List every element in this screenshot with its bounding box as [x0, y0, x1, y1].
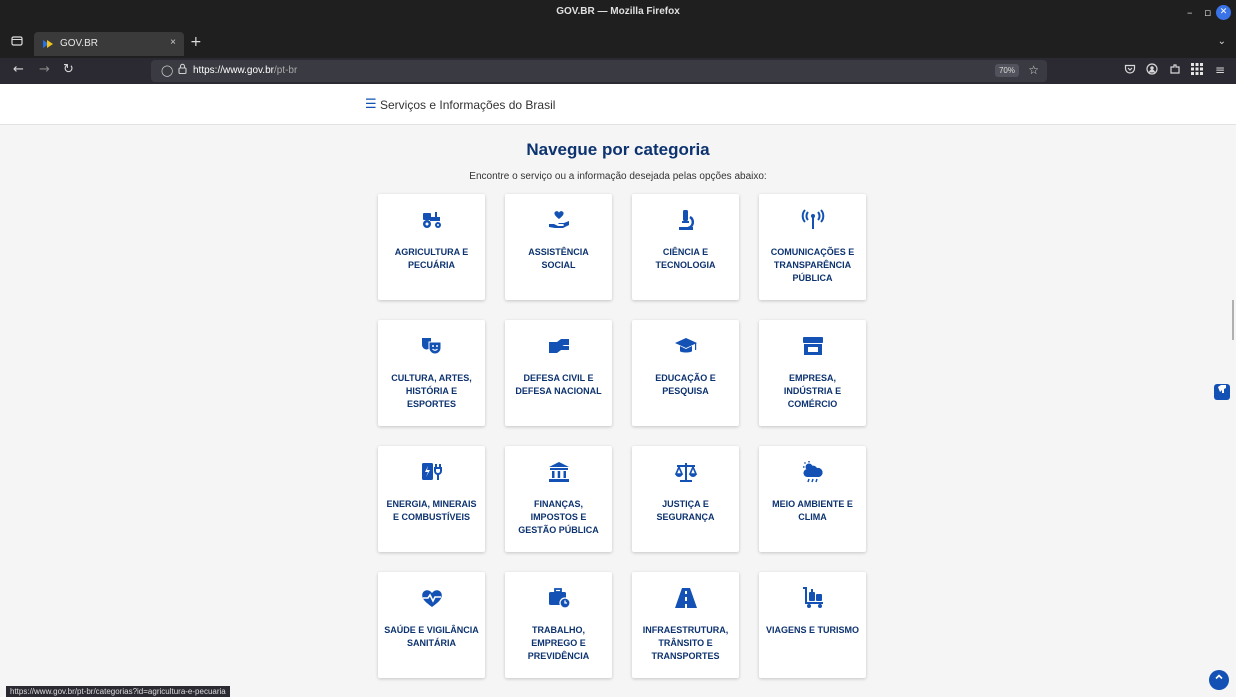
- back-icon[interactable]: ←: [13, 63, 24, 77]
- window-title: GOV.BR — Mozilla Firefox: [556, 6, 680, 17]
- hand-heart-icon: [505, 208, 612, 232]
- navigation-toolbar: ← → ↻ ◯ https://www.gov.br/pt-br 70% ☆ ≡: [0, 58, 1236, 84]
- tab-bar: GOV.BR × + ⌄: [0, 28, 1236, 58]
- account-icon[interactable]: [1146, 63, 1158, 78]
- antenna-icon: [759, 208, 866, 232]
- extensions-icon[interactable]: [1169, 63, 1181, 78]
- reload-icon[interactable]: ↻: [63, 63, 74, 77]
- category-label: MEIO AMBIENTE E CLIMA: [772, 499, 853, 522]
- category-label: AGRICULTURA E PECUÁRIA: [394, 247, 469, 270]
- category-card-viagens[interactable]: VIAGENS E TURISMO: [759, 572, 866, 678]
- forward-icon[interactable]: →: [39, 63, 50, 77]
- tab-govbr[interactable]: GOV.BR ×: [34, 32, 184, 56]
- weather-cloud-icon: [759, 460, 866, 484]
- firefox-view-icon[interactable]: [10, 35, 24, 49]
- window-titlebar: GOV.BR — Mozilla Firefox – ▫ ✕: [0, 0, 1236, 28]
- graduation-cap-icon: [632, 334, 739, 358]
- road-icon: [632, 586, 739, 610]
- url-text[interactable]: https://www.gov.br/pt-br: [193, 65, 297, 76]
- microscope-icon: [632, 208, 739, 232]
- category-card-educacao[interactable]: EDUCAÇÃO E PESQUISA: [632, 320, 739, 426]
- maximize-button[interactable]: ▫: [1204, 6, 1211, 19]
- briefcase-clock-icon: [505, 586, 612, 610]
- lock-icon[interactable]: [178, 63, 187, 77]
- zoom-level-button[interactable]: 70%: [994, 64, 1019, 77]
- category-label: COMUNICAÇÕES E TRANSPARÊNCIA PÚBLICA: [770, 247, 855, 283]
- category-label: FINANÇAS, IMPOSTOS E GESTÃO PÚBLICA: [518, 499, 599, 535]
- category-card-assistencia[interactable]: ASSISTÊNCIA SOCIAL: [505, 194, 612, 300]
- category-card-trabalho[interactable]: TRABALHO, EMPREGO E PREVIDÊNCIA: [505, 572, 612, 678]
- list-all-tabs-button[interactable]: ⌄: [1218, 36, 1226, 47]
- category-card-meio-ambiente[interactable]: MEIO AMBIENTE E CLIMA: [759, 446, 866, 552]
- close-window-button[interactable]: ✕: [1216, 5, 1231, 20]
- category-card-comunicacoes[interactable]: COMUNICAÇÕES E TRANSPARÊNCIA PÚBLICA: [759, 194, 866, 300]
- category-card-empresa[interactable]: EMPRESA, INDÚSTRIA E COMÉRCIO: [759, 320, 866, 426]
- page-heading: Navegue por categoria: [526, 140, 710, 159]
- category-label: INFRAESTRUTURA, TRÂNSITO E TRANSPORTES: [642, 625, 729, 661]
- bookmark-star-icon[interactable]: ☆: [1028, 63, 1039, 77]
- url-path: /pt-br: [273, 65, 298, 76]
- category-card-saude[interactable]: SAÚDE E VIGILÂNCIA SANITÁRIA: [378, 572, 485, 678]
- pocket-icon[interactable]: [1124, 63, 1136, 78]
- store-icon: [759, 334, 866, 358]
- scale-icon: [632, 460, 739, 484]
- govbr-favicon-icon: [42, 38, 54, 50]
- accessibility-widget-icon[interactable]: [1214, 384, 1230, 400]
- back-to-top-button[interactable]: [1209, 670, 1229, 690]
- luggage-cart-icon: [759, 586, 866, 610]
- category-card-agricultura[interactable]: AGRICULTURA E PECUÁRIA: [378, 194, 485, 300]
- tab-label: GOV.BR: [60, 38, 98, 49]
- category-label: SAÚDE E VIGILÂNCIA SANITÁRIA: [384, 625, 479, 648]
- app-menu-icon[interactable]: ≡: [1215, 63, 1225, 77]
- category-label: JUSTIÇA E SEGURANÇA: [656, 499, 715, 522]
- category-label: EDUCAÇÃO E PESQUISA: [655, 373, 716, 396]
- page-scrollbar-thumb[interactable]: [1232, 300, 1234, 340]
- url-bar[interactable]: ◯ https://www.gov.br/pt-br 70% ☆: [151, 60, 1047, 82]
- link-status-bar: https://www.gov.br/pt-br/categorias?id=a…: [6, 686, 230, 697]
- tracking-shield-icon[interactable]: ◯: [161, 64, 173, 77]
- theater-masks-icon: [378, 334, 485, 358]
- heartbeat-icon: [378, 586, 485, 610]
- minimize-button[interactable]: –: [1187, 6, 1193, 19]
- page-content: ☰ Serviços e Informações do Brasil Naveg…: [0, 84, 1236, 697]
- category-card-defesa[interactable]: DEFESA CIVIL E DEFESA NACIONAL: [505, 320, 612, 426]
- bank-building-icon: [505, 460, 612, 484]
- new-tab-button[interactable]: +: [190, 34, 202, 50]
- handshake-icon: [505, 334, 612, 358]
- apps-grid-icon[interactable]: [1191, 63, 1203, 78]
- category-label: CIÊNCIA E TECNOLOGIA: [655, 247, 716, 270]
- tab-close-icon[interactable]: ×: [170, 37, 176, 48]
- site-header: ☰ Serviços e Informações do Brasil: [0, 84, 1236, 125]
- tractor-icon: [378, 208, 485, 232]
- site-title[interactable]: Serviços e Informações do Brasil: [380, 98, 555, 112]
- energy-plug-icon: [378, 460, 485, 484]
- category-card-infraestrutura[interactable]: INFRAESTRUTURA, TRÂNSITO E TRANSPORTES: [632, 572, 739, 678]
- category-card-financas[interactable]: FINANÇAS, IMPOSTOS E GESTÃO PÚBLICA: [505, 446, 612, 552]
- category-label: VIAGENS E TURISMO: [765, 625, 859, 635]
- url-host: https://www.gov.br: [193, 65, 274, 76]
- category-card-energia[interactable]: ENERGIA, MINERAIS E COMBUSTÍVEIS: [378, 446, 485, 552]
- category-card-ciencia[interactable]: CIÊNCIA E TECNOLOGIA: [632, 194, 739, 300]
- category-card-cultura[interactable]: CULTURA, ARTES, HISTÓRIA E ESPORTES: [378, 320, 485, 426]
- category-label: TRABALHO, EMPREGO E PREVIDÊNCIA: [527, 625, 590, 661]
- page-subheading: Encontre o serviço ou a informação desej…: [469, 171, 767, 182]
- category-label: DEFESA CIVIL E DEFESA NACIONAL: [515, 373, 602, 396]
- category-label: ENERGIA, MINERAIS E COMBUSTÍVEIS: [386, 499, 477, 522]
- category-card-justica[interactable]: JUSTIÇA E SEGURANÇA: [632, 446, 739, 552]
- category-label: ASSISTÊNCIA SOCIAL: [528, 247, 589, 270]
- hamburger-menu-icon[interactable]: ☰: [365, 97, 377, 112]
- category-label: CULTURA, ARTES, HISTÓRIA E ESPORTES: [391, 373, 472, 409]
- category-label: EMPRESA, INDÚSTRIA E COMÉRCIO: [783, 373, 842, 409]
